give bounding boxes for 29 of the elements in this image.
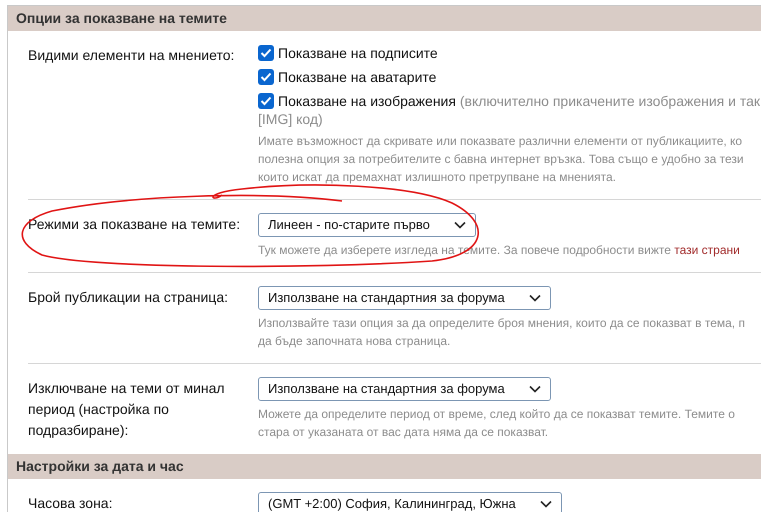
dropdown-select[interactable]: Използване на стандартния за форума xyxy=(258,377,551,401)
help-text: Имате възможност да скривате или показвате различни елементи от публикациите, ко полезна опция за потребителите с бавна интернет връзка. Това също е удобно за тези които искат да премахнат излишното претрупване на мненията. xyxy=(258,133,745,186)
checkbox-label: Показване на аватарите xyxy=(278,68,436,86)
field-label: Режими за показване на темите: xyxy=(28,215,242,234)
chevron-down-icon xyxy=(528,385,541,393)
help-text: Можете да определите период от време, след който да се показват темите. Темите о стара от указаната от вас дата няма да се показват. xyxy=(258,406,735,441)
section-header: Опции за показване на темите xyxy=(8,6,761,31)
check-icon xyxy=(260,48,272,58)
checkbox[interactable] xyxy=(258,69,274,85)
chevron-down-icon xyxy=(528,294,541,302)
field-label: Брой публикации на страница: xyxy=(28,288,229,307)
checkbox-label: Показване на изображения (включително прикачените изображения и так xyxy=(278,92,760,110)
section-header: Настройки за дата и час xyxy=(8,454,761,479)
dropdown-select[interactable]: (GMT +2:00) София, Калининград, Южна xyxy=(258,492,562,512)
page-link[interactable]: тази страни xyxy=(674,243,740,257)
chevron-down-icon xyxy=(540,500,552,508)
check-icon xyxy=(260,96,272,106)
checkbox-label: Показване на подписите xyxy=(278,44,438,62)
dropdown-select[interactable]: Линеен - по-старите първо xyxy=(258,213,476,237)
field-label: Часова зона: xyxy=(28,494,114,512)
dropdown-select[interactable]: Използване на стандартния за форума xyxy=(258,286,551,310)
checkbox[interactable] xyxy=(258,45,274,61)
checkbox[interactable] xyxy=(258,93,274,109)
check-icon xyxy=(260,72,272,82)
help-text: Използвайте тази опция за да определите броя мнения, които да се показват в тема, п да бъде започната нова страница. xyxy=(258,315,745,350)
checkbox-note: [IMG] код) xyxy=(258,110,324,128)
field-label: Изключване на теми от минал период (настройка по подразбиране): xyxy=(28,379,226,440)
chevron-down-icon xyxy=(454,221,466,229)
field-label: Видими елементи на мнението: xyxy=(28,46,236,65)
